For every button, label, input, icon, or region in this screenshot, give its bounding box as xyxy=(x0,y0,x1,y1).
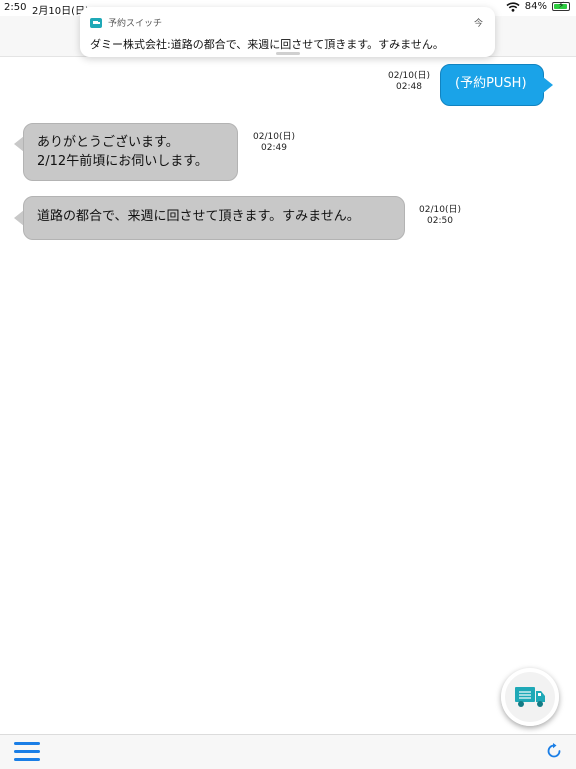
message-timestamp: 02/10(日) 02:49 xyxy=(252,132,296,154)
bubble-tail xyxy=(543,77,553,93)
status-right: 84% ⚡ xyxy=(506,1,570,12)
refresh-icon[interactable] xyxy=(545,742,563,760)
notification-message: ダミー株式会社:道路の都合で、来週に回させて頂きます。すみません。 xyxy=(90,38,444,51)
message-text: (予約PUSH) xyxy=(455,76,527,91)
push-notification[interactable]: 予約スイッチ 今 ダミー株式会社:道路の都合で、来週に回させて頂きます。すみませ… xyxy=(80,7,495,57)
outgoing-message-bubble[interactable]: (予約PUSH) xyxy=(440,64,544,106)
notification-app-name: 予約スイッチ xyxy=(108,19,163,29)
message-time: 02:50 xyxy=(427,216,453,226)
wifi-icon xyxy=(506,1,520,12)
message-timestamp: 02/10(日) 02:50 xyxy=(418,205,462,227)
bottom-toolbar xyxy=(0,734,576,769)
reserve-fab-button[interactable] xyxy=(501,668,559,726)
message-date: 02/10(日) xyxy=(419,205,461,215)
hamburger-menu-icon[interactable] xyxy=(14,742,40,762)
message-text: ありがとうございます。 xyxy=(37,135,179,150)
message-timestamp: 02/10(日) 02:48 xyxy=(387,71,431,93)
message-text: 2/12午前頃にお伺いします。 xyxy=(37,154,208,169)
message-date: 02/10(日) xyxy=(388,71,430,81)
message-time: 02:49 xyxy=(261,143,287,153)
message-date: 02/10(日) xyxy=(253,132,295,142)
message-time: 02:48 xyxy=(396,82,422,92)
message-text: 道路の都合で、来週に回させて頂きます。すみません。 xyxy=(37,209,360,224)
notification-handle[interactable] xyxy=(276,52,300,55)
notification-time: 今 xyxy=(473,19,483,29)
truck-icon xyxy=(90,18,102,28)
battery-icon: ⚡ xyxy=(552,1,570,11)
incoming-message-bubble[interactable]: 道路の都合で、来週に回させて頂きます。すみません。 xyxy=(23,196,405,240)
truck-icon xyxy=(515,687,545,707)
incoming-message-bubble[interactable]: ありがとうございます。 2/12午前頃にお伺いします。 xyxy=(23,123,238,181)
status-time: 2:50 xyxy=(4,2,27,13)
battery-percent: 84% xyxy=(524,1,547,12)
